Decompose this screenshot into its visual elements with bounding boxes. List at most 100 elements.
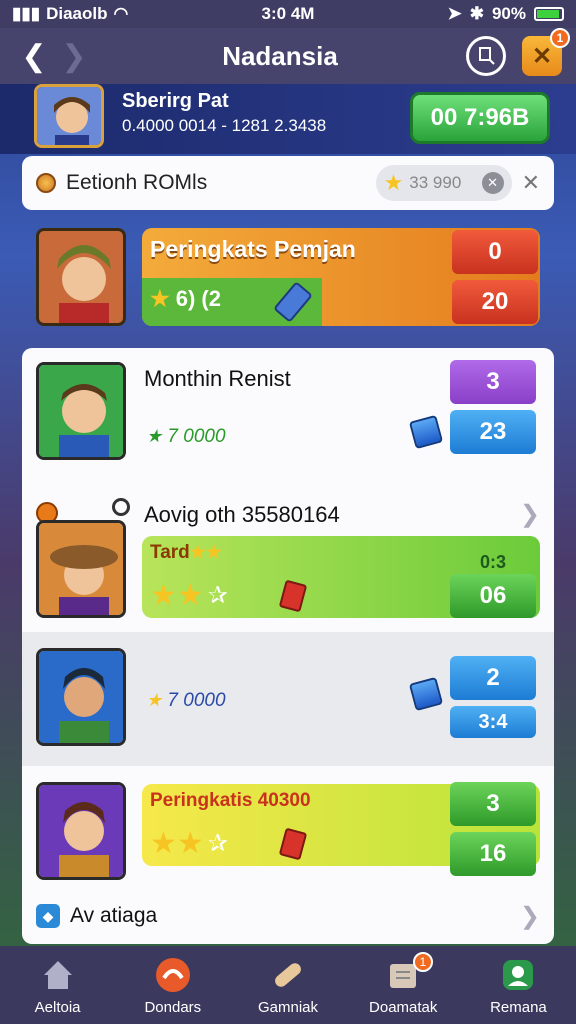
player-avatar[interactable] <box>36 782 126 880</box>
list-item[interactable]: Aovig oth 35580164 ❯ Tard★★ ★★ ✰ 0:3 06 <box>22 488 554 630</box>
rank-stats-value: 6) (2 <box>175 286 221 311</box>
tab-label: Gamniak <box>257 998 319 1016</box>
avatar-icon <box>39 785 123 877</box>
gem-icon <box>408 414 444 450</box>
clear-icon[interactable]: ✕ <box>481 172 504 194</box>
player-score-bottom: 23 <box>450 410 536 454</box>
star-icon: ★ <box>146 426 163 446</box>
avatar-icon <box>39 231 123 323</box>
player-avatar[interactable] <box>36 362 126 460</box>
star-outline-icon: ✰ <box>207 830 228 857</box>
list-item[interactable]: Monthin Renist ★ 7 0000 3 23 <box>22 348 554 488</box>
star-icon: ★★ <box>189 542 223 562</box>
profile-name: Sberirg Pat <box>122 90 229 112</box>
status-left: ▮▮▮ Diaaolb ◠ <box>12 4 196 24</box>
card-icon <box>278 579 308 613</box>
player-bar-label: Tard★★ <box>150 542 223 563</box>
player-name: Aovig oth 35580164 <box>144 502 340 527</box>
player-name: Monthin Renist <box>144 366 291 391</box>
location-icon: ➤ <box>447 4 462 23</box>
player-points: ★ 7 0000 <box>146 426 226 447</box>
back-button[interactable]: ❮ <box>14 36 54 76</box>
close-icon: ✕ <box>531 42 553 70</box>
tab-map[interactable]: Dondars <box>115 946 230 1024</box>
tab-label: Aeltoia <box>34 998 81 1016</box>
player-score-bottom: 16 <box>450 832 536 876</box>
page-title: Nadansia <box>222 40 338 71</box>
star-outline-icon: ✰ <box>207 582 228 609</box>
rank-stats: ★ 6) (2 <box>150 286 221 312</box>
avatar-icon <box>39 523 123 615</box>
chevron-right-icon[interactable]: ❯ <box>520 500 540 529</box>
carrier-label: Diaaolb <box>46 4 108 23</box>
profile-avatar[interactable] <box>34 84 104 148</box>
bluetooth-icon: ✱ <box>469 4 484 23</box>
star-icon: ★★ <box>150 579 204 612</box>
ring-icon <box>112 498 130 516</box>
top-rank-row: Peringkats Pemjan ★ 6) (2 0 20 <box>22 218 554 338</box>
wifi-icon: ◠ <box>113 4 129 23</box>
bandage-icon <box>268 955 308 995</box>
nav-bar: ❮ ❯ Nadansia ✕ 1 <box>0 28 576 84</box>
battery-icon <box>534 7 564 21</box>
stars-rating: ★★ ✰ <box>150 578 228 613</box>
player-score-bottom: 06 <box>450 574 536 618</box>
stars-rating: ★★ ✰ <box>150 826 228 861</box>
friends-button[interactable] <box>466 36 506 76</box>
footer-entry-label: Av atiaga <box>70 904 158 927</box>
list-item[interactable]: Peringkatis 40300 ★★ ✰ 3 16 <box>22 768 554 898</box>
list-item[interactable]: ★ 7 0000 2 3:4 <box>22 632 554 766</box>
forward-button[interactable]: ❯ <box>54 36 94 76</box>
rank-score-bottom: 20 <box>452 280 538 324</box>
info-icon: ◆ <box>36 904 60 928</box>
profile-stats: 0.4000 0014 - 1281 2.3438 <box>122 116 327 135</box>
close-search-icon[interactable]: ✕ <box>522 170 540 196</box>
list-item[interactable]: ◆ Av atiaga ❯ <box>22 898 554 944</box>
tab-bar: Aeltoia Dondars Gamniak 1 Doamatak Reman… <box>0 946 576 1024</box>
player-score-top: 3 <box>450 360 536 404</box>
map-icon <box>153 955 193 995</box>
tab-remana[interactable]: Remana <box>461 946 576 1024</box>
tab-label: Remana <box>490 998 547 1016</box>
player-bar-label: Peringkatis 40300 <box>150 790 311 811</box>
avatar-icon <box>39 651 123 743</box>
avatar-icon <box>39 365 123 457</box>
rank-score-top: 0 <box>452 230 538 274</box>
star-icon: ★ <box>146 690 163 710</box>
tab-gamniak[interactable]: Gamniak <box>230 946 345 1024</box>
rank-title: Peringkats Pemjan <box>150 236 356 262</box>
tab-label: Doamatak <box>369 998 438 1016</box>
tab-doamatak[interactable]: 1 Doamatak <box>346 946 461 1024</box>
star-icon: ★★ <box>150 827 204 860</box>
close-button[interactable]: ✕ 1 <box>522 28 570 76</box>
leaderboard-panel: Monthin Renist ★ 7 0000 3 23 Aovig oth 3… <box>22 348 554 944</box>
player-score-top: 2 <box>450 656 536 700</box>
search-panel: Eetionh ROMls ★ 33 990 ✕ ✕ <box>22 156 554 210</box>
search-title: Eetionh ROMls <box>66 171 208 194</box>
friends-icon <box>479 47 495 65</box>
card-icon <box>278 827 308 861</box>
star-icon: ★ <box>150 286 170 311</box>
battery-fill <box>537 10 559 18</box>
star-icon: ★ <box>383 170 404 195</box>
player-avatar[interactable] <box>36 520 126 618</box>
search-pill[interactable]: ★ 33 990 ✕ <box>375 165 512 201</box>
status-right: ➤ ✱ 90% <box>380 4 564 24</box>
player-score-top: 3 <box>450 782 536 826</box>
tab-home[interactable]: Aeltoia <box>0 946 115 1024</box>
chevron-right-icon[interactable]: ❯ <box>520 902 540 931</box>
player-avatar[interactable] <box>36 648 126 746</box>
rank-avatar[interactable] <box>36 228 126 326</box>
gem-icon <box>408 676 444 712</box>
status-bar: ▮▮▮ Diaaolb ◠ 3:0 4M ➤ ✱ 90% <box>0 0 576 28</box>
close-badge: 1 <box>550 28 570 48</box>
signal-icon: ▮▮▮ <box>12 4 41 23</box>
tab-label: Dondars <box>144 998 202 1016</box>
timer-button[interactable]: 00 7:96B <box>410 92 550 144</box>
player-score-bottom: 3:4 <box>450 706 536 738</box>
home-icon <box>38 955 78 995</box>
profile-icon <box>498 955 538 995</box>
player-points: ★ 7 0000 <box>146 690 226 711</box>
battery-percent: 90% <box>491 4 526 23</box>
avatar-icon <box>37 87 101 145</box>
